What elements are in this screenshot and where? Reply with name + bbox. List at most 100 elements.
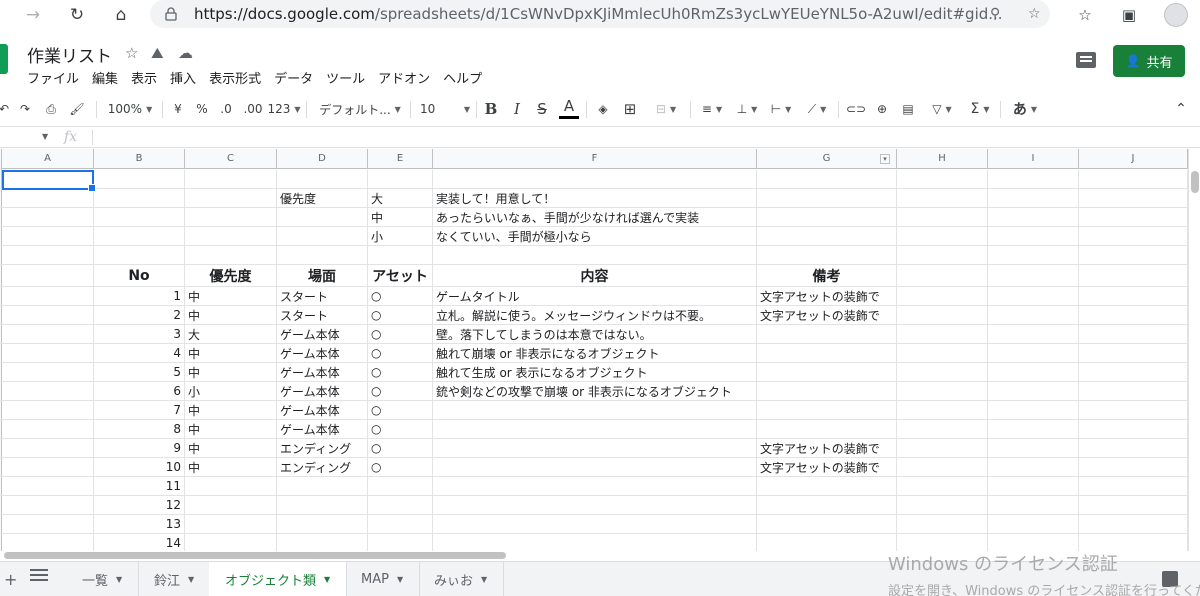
cell-e[interactable]: ○ [368, 287, 433, 305]
cell-e[interactable] [368, 246, 433, 264]
cell-d[interactable] [277, 515, 368, 533]
cell-h[interactable] [897, 382, 988, 400]
cell-d[interactable]: 場面 [277, 265, 368, 286]
home-icon[interactable]: ⌂ [106, 0, 136, 30]
all-sheets-icon[interactable] [30, 569, 48, 583]
cell-a[interactable] [2, 515, 94, 533]
column-header-i[interactable]: I [988, 149, 1079, 169]
cell-e[interactable]: ○ [368, 382, 433, 400]
cell-f[interactable] [433, 401, 757, 419]
cell-d[interactable]: スタート [277, 287, 368, 305]
cell-j[interactable] [1079, 477, 1188, 495]
cell-d[interactable]: エンディング [277, 439, 368, 457]
name-box-chevron-icon[interactable]: ▼ [42, 132, 48, 141]
cell-b[interactable]: 13 [94, 515, 185, 533]
column-filter-icon[interactable]: ▾ [880, 154, 890, 164]
cell-j[interactable] [1079, 306, 1188, 324]
cell-b[interactable]: 3 [94, 325, 185, 343]
profile-avatar[interactable] [1164, 3, 1188, 27]
cell-d[interactable] [277, 246, 368, 264]
cell-i[interactable] [988, 515, 1079, 533]
cell-b[interactable] [94, 170, 185, 188]
star-icon[interactable]: ☆ [125, 44, 138, 62]
cell-d[interactable] [277, 227, 368, 245]
cell-b[interactable]: 7 [94, 401, 185, 419]
cell-d[interactable]: ゲーム本体 [277, 382, 368, 400]
cell-a[interactable] [2, 477, 94, 495]
document-title[interactable]: 作業リスト [27, 42, 112, 67]
share-button[interactable]: 👤 共有 [1113, 45, 1185, 77]
text-rotation-icon[interactable]: ⟋ ▼ [800, 95, 834, 123]
cell-i[interactable] [988, 170, 1079, 188]
cell-c[interactable] [185, 496, 277, 514]
cell-e[interactable] [368, 534, 433, 551]
collapse-toolbar-icon[interactable]: ⌃ [1172, 95, 1190, 123]
vertical-align-icon[interactable]: ⊥ ▼ [732, 95, 762, 123]
zoom-icon[interactable]: ⚲ [990, 6, 1000, 22]
cell-i[interactable] [988, 246, 1079, 264]
cell-i[interactable] [988, 325, 1079, 343]
italic-button[interactable]: I [508, 95, 526, 123]
cell-c[interactable]: 中 [185, 363, 277, 381]
cell-h[interactable] [897, 534, 988, 551]
cell-j[interactable] [1079, 287, 1188, 305]
cell-h[interactable] [897, 265, 988, 286]
cell-j[interactable] [1079, 534, 1188, 551]
cell-j[interactable] [1079, 227, 1188, 245]
column-header-c[interactable]: C [185, 149, 277, 169]
cell-b[interactable]: 11 [94, 477, 185, 495]
cell-g[interactable] [757, 344, 897, 362]
cell-f[interactable]: なくていい、手間が極小なら [433, 227, 757, 245]
cell-i[interactable] [988, 534, 1079, 551]
merge-cells-icon[interactable]: ⊟ ▼ [648, 95, 684, 123]
insert-chart-icon[interactable]: ▤ [898, 95, 918, 123]
cell-c[interactable] [185, 208, 277, 226]
cell-c[interactable]: 中 [185, 287, 277, 305]
cell-g[interactable] [757, 227, 897, 245]
redo-icon[interactable]: ↷ [16, 95, 34, 123]
cell-e[interactable]: ○ [368, 458, 433, 476]
menu-view[interactable]: 表示 [131, 68, 157, 87]
cell-j[interactable] [1079, 189, 1188, 207]
cell-j[interactable] [1079, 439, 1188, 457]
collections-icon[interactable]: ▣ [1114, 0, 1144, 30]
cell-b[interactable]: 4 [94, 344, 185, 362]
menu-edit[interactable]: 編集 [92, 68, 118, 87]
cell-e[interactable] [368, 496, 433, 514]
cell-e[interactable] [368, 170, 433, 188]
favorites-icon[interactable]: ☆ [1070, 0, 1100, 30]
cell-g[interactable]: 文字アセットの装飾で [757, 439, 897, 457]
cell-g[interactable]: 文字アセットの装飾で [757, 306, 897, 324]
cell-b[interactable]: 10 [94, 458, 185, 476]
input-tools-select[interactable]: あ ▼ [1008, 95, 1042, 123]
cell-e[interactable] [368, 515, 433, 533]
cell-i[interactable] [988, 306, 1079, 324]
cell-b[interactable] [94, 227, 185, 245]
zoom-select[interactable]: 100% ▼ [104, 95, 156, 123]
cell-e[interactable]: 大 [368, 189, 433, 207]
cell-f[interactable] [433, 246, 757, 264]
cell-d[interactable] [277, 496, 368, 514]
cell-j[interactable] [1079, 246, 1188, 264]
cell-e[interactable]: ○ [368, 344, 433, 362]
cell-b[interactable]: 5 [94, 363, 185, 381]
cell-a[interactable] [2, 208, 94, 226]
cell-f[interactable] [433, 515, 757, 533]
cell-j[interactable] [1079, 325, 1188, 343]
cell-h[interactable] [897, 246, 988, 264]
cell-c[interactable]: 中 [185, 306, 277, 324]
cell-c[interactable] [185, 534, 277, 551]
cell-h[interactable] [897, 325, 988, 343]
font-size-select[interactable]: 10 ▼ [420, 95, 470, 123]
comments-icon[interactable] [1076, 52, 1096, 68]
cell-f[interactable]: 触れて生成 or 表示になるオブジェクト [433, 363, 757, 381]
cell-h[interactable] [897, 420, 988, 438]
undo-icon[interactable]: ↶ [0, 95, 12, 123]
cell-g[interactable] [757, 208, 897, 226]
cell-b[interactable] [94, 208, 185, 226]
cell-i[interactable] [988, 401, 1079, 419]
cell-i[interactable] [988, 208, 1079, 226]
spreadsheet-grid[interactable]: A B C D E F G H I J ▾ 優先度大実装して！用意して！中あったらいいなぁ、手間が少な… [0, 149, 1188, 551]
print-icon[interactable]: ⎙ [42, 95, 60, 123]
menu-data[interactable]: データ [274, 68, 313, 87]
